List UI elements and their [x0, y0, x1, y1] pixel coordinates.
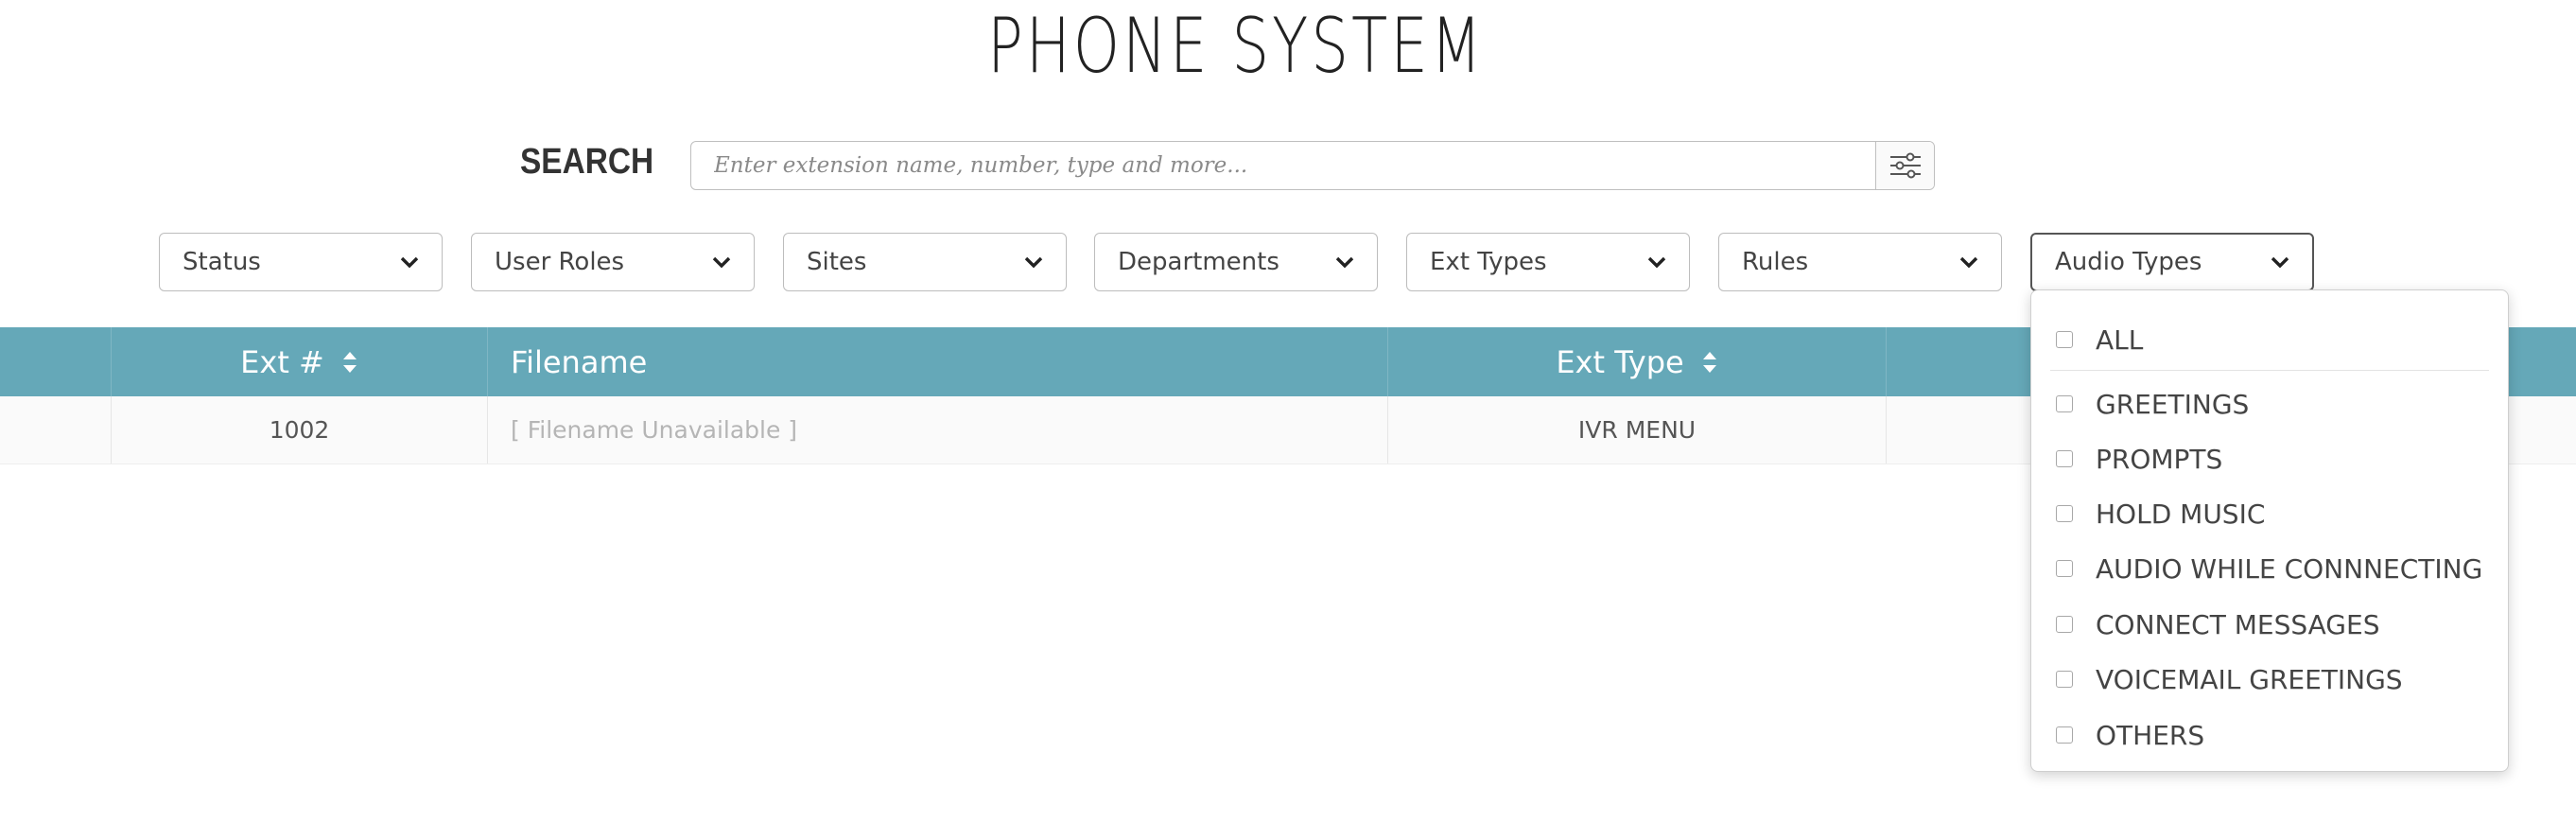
sites-dropdown-label: Sites — [807, 248, 867, 276]
option-label: OTHERS — [2096, 719, 2205, 751]
audio-types-dropdown-label: Audio Types — [2055, 248, 2202, 276]
status-dropdown-label: Status — [183, 248, 261, 276]
column-header-ext-label: Ext # — [240, 343, 324, 380]
chevron-down-icon — [1647, 256, 1666, 269]
chevron-down-icon — [712, 256, 731, 269]
search-label: SEARCH — [520, 142, 654, 182]
departments-dropdown[interactable]: Departments — [1094, 233, 1378, 291]
column-header-ext[interactable]: Ext # — [112, 327, 487, 396]
checkbox[interactable] — [2056, 450, 2073, 467]
option-label: ALL — [2096, 324, 2144, 356]
chevron-down-icon — [1024, 256, 1043, 269]
column-header-filename-label: Filename — [511, 343, 648, 380]
menu-divider — [2050, 370, 2489, 371]
rules-dropdown[interactable]: Rules — [1718, 233, 2002, 291]
option-label: VOICEMAIL GREETINGS — [2096, 663, 2403, 695]
search-input[interactable] — [691, 142, 1875, 189]
ext-types-dropdown[interactable]: Ext Types — [1406, 233, 1690, 291]
option-label: GREETINGS — [2096, 388, 2250, 420]
sort-icon[interactable] — [1701, 350, 1718, 375]
audio-type-option-greetings[interactable]: GREETINGS — [2056, 385, 2249, 423]
chevron-down-icon — [1335, 256, 1354, 269]
option-label: PROMPTS — [2096, 443, 2223, 475]
checkbox[interactable] — [2056, 616, 2073, 633]
audio-type-option-voicemail-greetings[interactable]: VOICEMAIL GREETINGS — [2056, 660, 2403, 698]
audio-type-option-hold-music[interactable]: HOLD MUSIC — [2056, 495, 2265, 533]
search-filter-button[interactable] — [1875, 142, 1934, 189]
search-box — [690, 141, 1935, 190]
checkbox[interactable] — [2056, 395, 2073, 412]
checkbox[interactable] — [2056, 560, 2073, 577]
audio-types-dropdown[interactable]: Audio Types — [2030, 233, 2314, 291]
audio-type-option-prompts[interactable]: PROMPTS — [2056, 440, 2222, 478]
filename-cell: [ Filename Unavailable ] — [511, 416, 798, 444]
column-divider — [1886, 327, 1887, 396]
status-dropdown[interactable]: Status — [159, 233, 443, 291]
audio-type-option-audio-while-connecting[interactable]: AUDIO WHILE CONNNECTING — [2056, 550, 2482, 587]
chevron-down-icon — [1959, 256, 1978, 269]
audio-type-option-others[interactable]: OTHERS — [2056, 716, 2204, 754]
column-divider — [1886, 396, 1887, 464]
checkbox[interactable] — [2056, 505, 2073, 522]
option-label: CONNECT MESSAGES — [2096, 608, 2380, 640]
column-header-filename[interactable]: Filename — [511, 327, 647, 396]
chevron-down-icon — [400, 256, 419, 269]
sites-dropdown[interactable]: Sites — [783, 233, 1067, 291]
checkbox[interactable] — [2056, 331, 2073, 348]
ext-number-cell: 1002 — [269, 416, 330, 444]
audio-types-menu: ALL GREETINGS PROMPTS HOLD MUSIC AUDIO W… — [2030, 289, 2509, 772]
page-title: PHONE SYSTEM — [987, 2, 1485, 90]
column-header-ext-type[interactable]: Ext Type — [1388, 327, 1886, 396]
sliders-icon — [1889, 152, 1921, 179]
chevron-down-icon — [2271, 256, 2289, 269]
option-label: AUDIO WHILE CONNNECTING — [2096, 552, 2483, 585]
audio-type-option-connect-messages[interactable]: CONNECT MESSAGES — [2056, 605, 2379, 643]
user-roles-dropdown-label: User Roles — [495, 248, 625, 276]
column-divider — [487, 327, 488, 396]
rules-dropdown-label: Rules — [1742, 248, 1809, 276]
sort-icon[interactable] — [341, 350, 358, 375]
checkbox[interactable] — [2056, 671, 2073, 688]
departments-dropdown-label: Departments — [1118, 248, 1279, 276]
ext-type-cell: IVR MENU — [1577, 416, 1697, 444]
option-label: HOLD MUSIC — [2096, 498, 2266, 530]
column-divider — [487, 396, 488, 464]
checkbox[interactable] — [2056, 726, 2073, 744]
audio-type-option-all[interactable]: ALL — [2056, 321, 2143, 359]
column-header-ext-type-label: Ext Type — [1556, 343, 1684, 380]
user-roles-dropdown[interactable]: User Roles — [471, 233, 755, 291]
ext-types-dropdown-label: Ext Types — [1430, 248, 1547, 276]
